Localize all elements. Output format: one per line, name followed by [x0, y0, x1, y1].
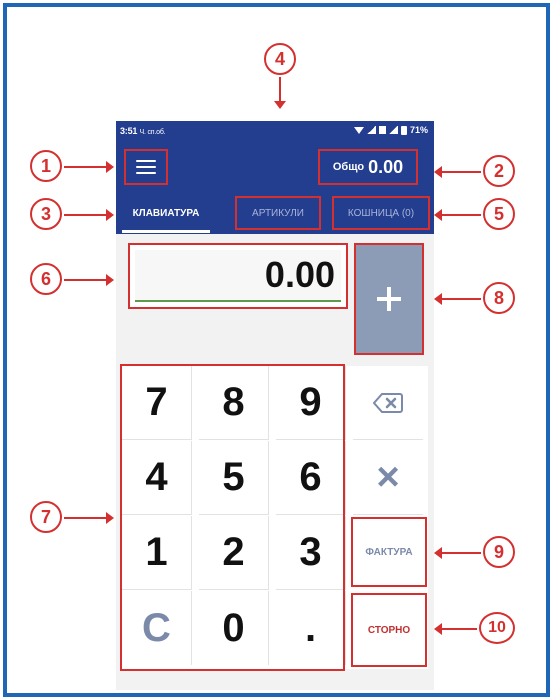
arrow-7	[64, 512, 114, 524]
tab-keyboard[interactable]: КЛАВИАТУРА	[120, 196, 212, 230]
signal-icon-2	[388, 126, 398, 134]
callout-3: 3	[30, 198, 62, 230]
callout-4: 4	[264, 43, 296, 75]
active-tab-indicator	[122, 230, 210, 233]
callout-7: 7	[30, 501, 62, 533]
arrow-8	[434, 293, 481, 305]
status-icons: 71%	[353, 125, 428, 135]
status-bar: 3:51 Ч. сп.об. 71%	[116, 121, 434, 141]
hamburger-icon	[136, 160, 156, 174]
backspace-button[interactable]	[353, 366, 423, 440]
callout-2: 2	[483, 155, 515, 187]
battery-level: 71%	[409, 125, 428, 135]
keypad-highlight	[120, 364, 345, 671]
arrow-2	[434, 166, 481, 178]
void-button[interactable]: СТОРНО	[351, 593, 427, 667]
total-label: Общо	[332, 161, 365, 173]
signal-icon	[366, 126, 376, 134]
amount-field[interactable]: 0.00	[128, 243, 348, 309]
tab-articles[interactable]: АРТИКУЛИ	[235, 196, 321, 230]
add-button[interactable]	[354, 243, 424, 355]
arrow-4	[274, 77, 286, 109]
arrow-6	[64, 274, 114, 286]
amount-value: 0.00	[135, 250, 341, 302]
callout-8: 8	[483, 282, 515, 314]
arrow-3	[64, 209, 114, 221]
total-display: Общо 0.00	[318, 149, 418, 185]
arrow-5	[434, 209, 481, 221]
menu-button[interactable]	[124, 149, 168, 185]
wifi-icon	[353, 126, 364, 134]
arrow-1	[64, 161, 114, 173]
sim-icon	[378, 126, 386, 134]
callout-9: 9	[483, 536, 515, 568]
arrow-10	[434, 623, 477, 635]
callout-10: 10	[479, 612, 515, 644]
arrow-9	[434, 547, 481, 559]
status-time: 3:51 Ч. сп.об.	[120, 126, 166, 136]
tab-cart[interactable]: КОШНИЦА (0)	[332, 196, 430, 230]
invoice-button[interactable]: ФАКТУРА	[351, 517, 427, 587]
callout-1: 1	[30, 150, 62, 182]
multiply-button[interactable]: ×	[353, 441, 423, 515]
backspace-icon	[373, 392, 403, 413]
plus-icon	[377, 287, 401, 311]
callout-5: 5	[483, 198, 515, 230]
total-value: 0.00	[368, 156, 404, 177]
phone-screen: 3:51 Ч. сп.об. 71% Общо 0.00 КЛАВИАТУРА …	[116, 121, 434, 690]
callout-6: 6	[30, 263, 62, 295]
app-bar: 3:51 Ч. сп.об. 71% Общо 0.00 КЛАВИАТУРА …	[116, 121, 434, 234]
battery-icon	[400, 125, 407, 135]
